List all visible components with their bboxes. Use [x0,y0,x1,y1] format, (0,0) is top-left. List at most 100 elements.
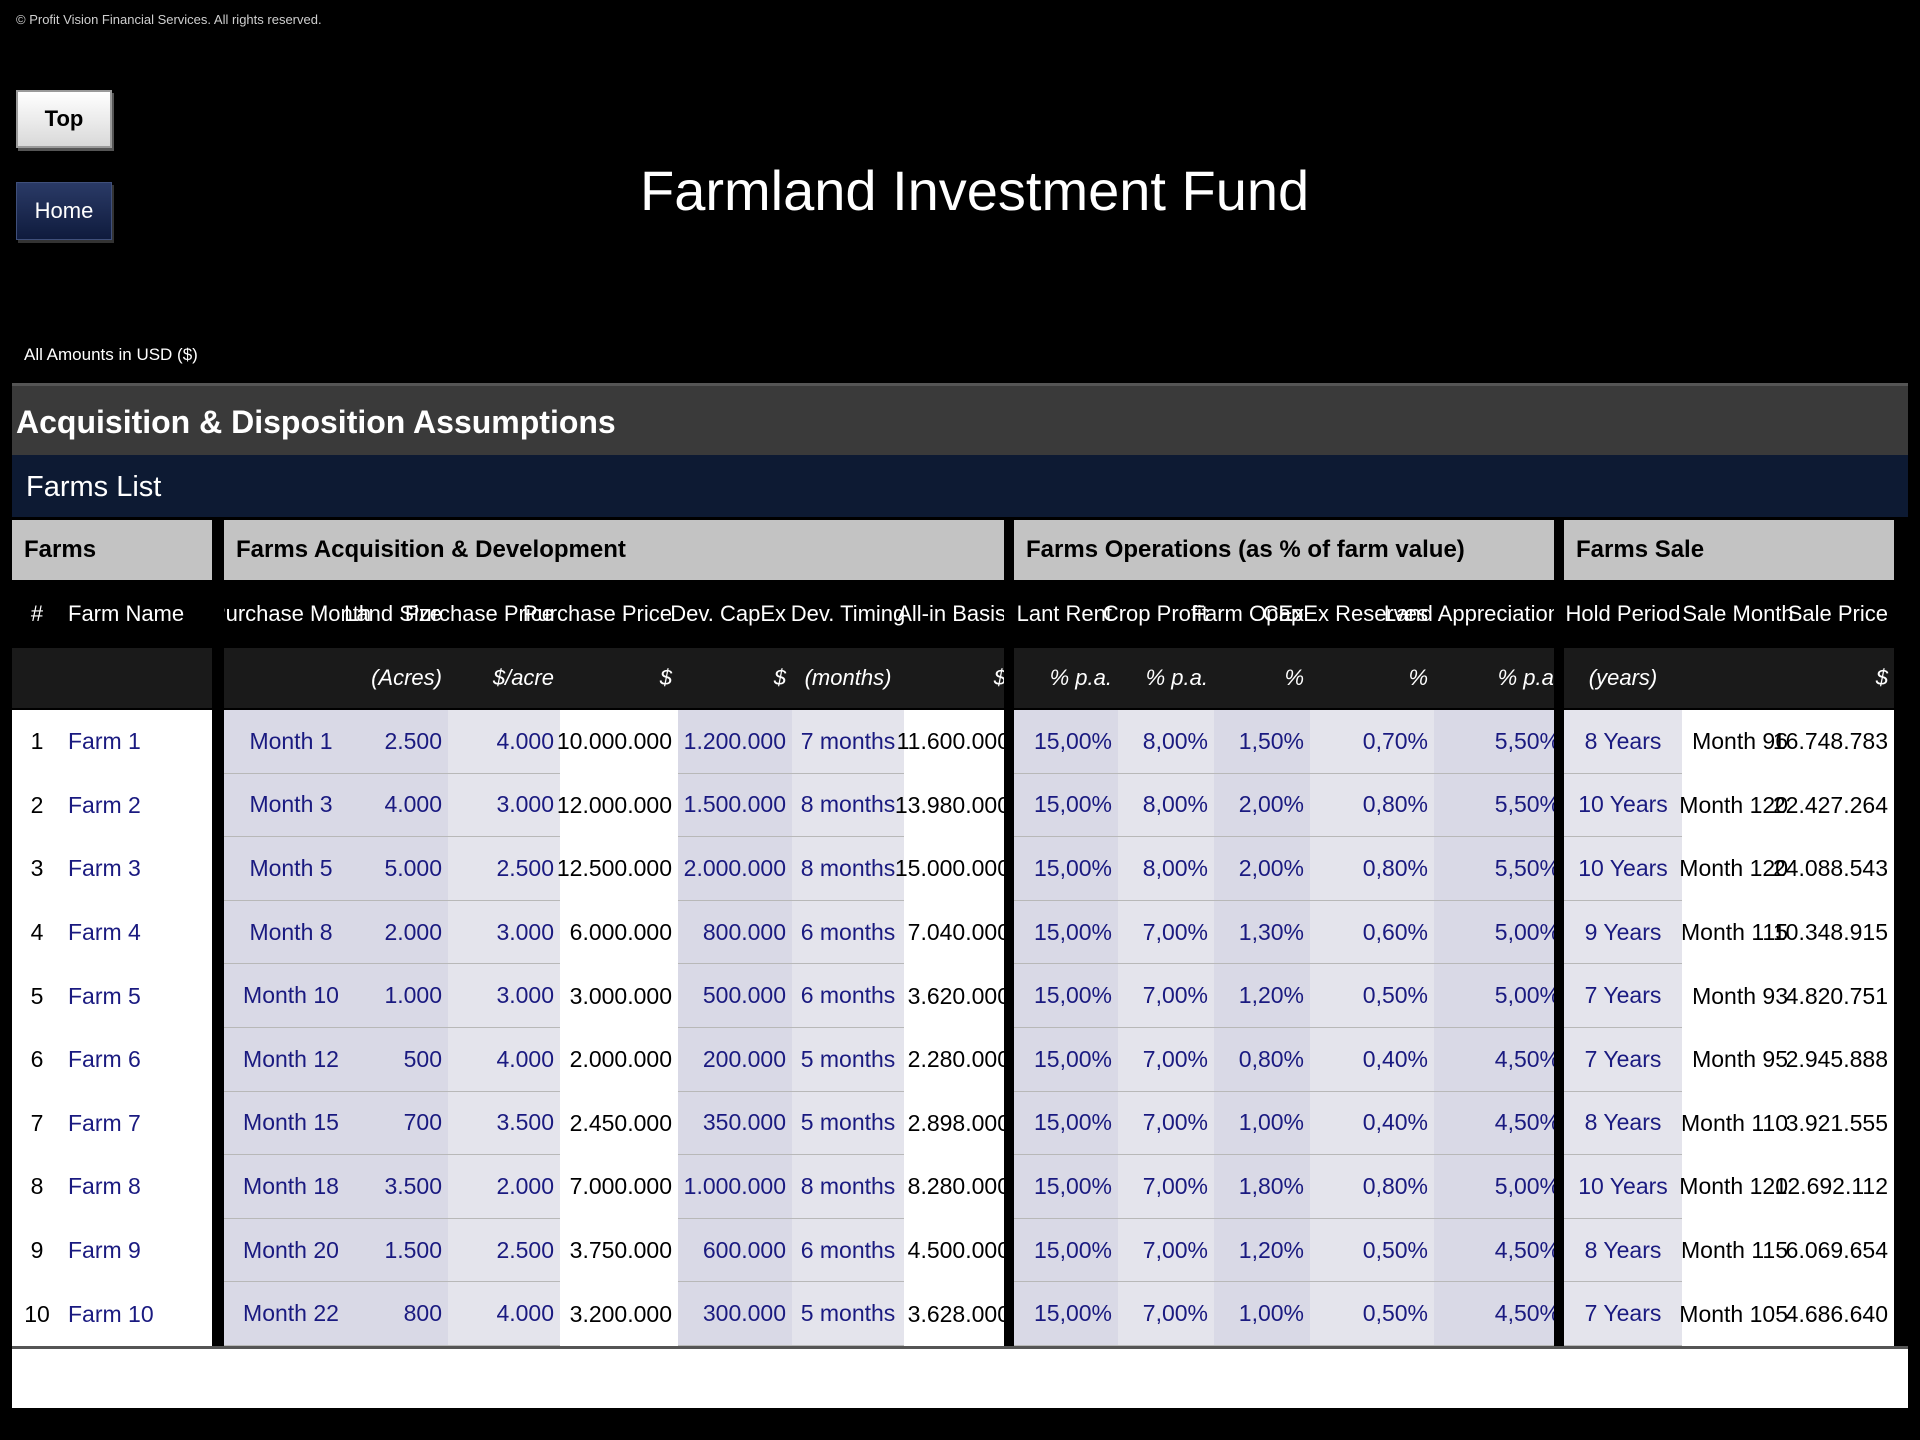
cell-dev-capex[interactable]: 2.000.000 [678,837,792,901]
cell-farm-opex[interactable]: 1,30% [1214,900,1310,965]
cell-farm-opex[interactable]: 1,80% [1214,1155,1310,1219]
cell-land-appreciation[interactable]: 5,00% [1434,964,1566,1028]
cell-dev-timing[interactable]: 6 months [792,900,904,965]
cell-lant-rent[interactable]: 15,00% [1014,710,1118,774]
cell-capex-reserves[interactable]: 0,80% [1310,773,1434,838]
cell-price-per-acre[interactable]: 4.000 [448,1028,560,1092]
cell-land-appreciation[interactable]: 5,50% [1434,773,1566,838]
cell-dev-timing[interactable]: 7 months [792,710,904,774]
cell-purchase-month[interactable]: Month 15 [224,1091,358,1156]
cell-hold-period[interactable]: 8 Years [1564,1218,1682,1283]
cell-price-per-acre[interactable]: 3.000 [448,773,560,838]
cell-price-per-acre[interactable]: 4.000 [448,1282,560,1346]
cell-purchase-month[interactable]: Month 22 [224,1282,358,1346]
cell-dev-capex[interactable]: 800.000 [678,900,792,965]
cell-dev-timing[interactable]: 8 months [792,837,904,901]
cell-capex-reserves[interactable]: 0,50% [1310,964,1434,1028]
cell-dev-capex[interactable]: 600.000 [678,1218,792,1283]
cell-crop-profit[interactable]: 8,00% [1118,710,1214,774]
cell-lant-rent[interactable]: 15,00% [1014,1155,1118,1219]
cell-farm-opex[interactable]: 2,00% [1214,837,1310,901]
cell-purchase-month[interactable]: Month 5 [224,837,358,901]
cell-farm-opex[interactable]: 0,80% [1214,1028,1310,1092]
cell-lant-rent[interactable]: 15,00% [1014,964,1118,1028]
cell-dev-timing[interactable]: 5 months [792,1091,904,1156]
cell-purchase-month[interactable]: Month 3 [224,773,358,838]
cell-hold-period[interactable]: 9 Years [1564,900,1682,965]
cell-land-size[interactable]: 1.000 [358,964,448,1028]
top-button[interactable]: Top [16,90,112,148]
cell-hold-period[interactable]: 7 Years [1564,964,1682,1028]
cell-hold-period[interactable]: 7 Years [1564,1282,1682,1346]
cell-lant-rent[interactable]: 15,00% [1014,1028,1118,1092]
cell-hold-period[interactable]: 8 Years [1564,710,1682,774]
cell-dev-capex[interactable]: 1.000.000 [678,1155,792,1219]
cell-hold-period[interactable]: 7 Years [1564,1028,1682,1092]
cell-hold-period[interactable]: 10 Years [1564,1155,1682,1219]
cell-capex-reserves[interactable]: 0,40% [1310,1091,1434,1156]
cell-crop-profit[interactable]: 7,00% [1118,1155,1214,1219]
cell-dev-timing[interactable]: 6 months [792,964,904,1028]
cell-crop-profit[interactable]: 7,00% [1118,1091,1214,1156]
cell-farm-opex[interactable]: 1,50% [1214,710,1310,774]
cell-land-size[interactable]: 800 [358,1282,448,1346]
cell-dev-timing[interactable]: 8 months [792,1155,904,1219]
cell-land-size[interactable]: 700 [358,1091,448,1156]
cell-price-per-acre[interactable]: 2.500 [448,837,560,901]
home-button[interactable]: Home [16,182,112,240]
cell-lant-rent[interactable]: 15,00% [1014,773,1118,838]
cell-dev-capex[interactable]: 1.500.000 [678,773,792,838]
cell-dev-timing[interactable]: 6 months [792,1218,904,1283]
cell-land-size[interactable]: 1.500 [358,1218,448,1283]
cell-land-size[interactable]: 500 [358,1028,448,1092]
cell-dev-timing[interactable]: 5 months [792,1028,904,1092]
cell-price-per-acre[interactable]: 3.000 [448,964,560,1028]
cell-land-size[interactable]: 4.000 [358,773,448,838]
cell-lant-rent[interactable]: 15,00% [1014,1282,1118,1346]
cell-land-appreciation[interactable]: 5,00% [1434,900,1566,965]
cell-capex-reserves[interactable]: 0,80% [1310,837,1434,901]
cell-hold-period[interactable]: 10 Years [1564,837,1682,901]
cell-purchase-month[interactable]: Month 10 [224,964,358,1028]
cell-land-appreciation[interactable]: 5,50% [1434,710,1566,774]
cell-crop-profit[interactable]: 7,00% [1118,1282,1214,1346]
cell-price-per-acre[interactable]: 2.500 [448,1218,560,1283]
cell-price-per-acre[interactable]: 3.000 [448,900,560,965]
cell-dev-capex[interactable]: 200.000 [678,1028,792,1092]
cell-purchase-month[interactable]: Month 12 [224,1028,358,1092]
cell-farm-opex[interactable]: 1,20% [1214,1218,1310,1283]
cell-lant-rent[interactable]: 15,00% [1014,1091,1118,1156]
cell-land-size[interactable]: 5.000 [358,837,448,901]
cell-purchase-month[interactable]: Month 20 [224,1218,358,1283]
cell-purchase-month[interactable]: Month 18 [224,1155,358,1219]
cell-farm-opex[interactable]: 1,00% [1214,1282,1310,1346]
cell-crop-profit[interactable]: 8,00% [1118,773,1214,838]
cell-land-appreciation[interactable]: 4,50% [1434,1218,1566,1283]
cell-capex-reserves[interactable]: 0,80% [1310,1155,1434,1219]
cell-hold-period[interactable]: 10 Years [1564,773,1682,838]
cell-lant-rent[interactable]: 15,00% [1014,1218,1118,1283]
cell-land-size[interactable]: 2.500 [358,710,448,774]
cell-land-appreciation[interactable]: 5,00% [1434,1155,1566,1219]
cell-land-appreciation[interactable]: 4,50% [1434,1028,1566,1092]
cell-crop-profit[interactable]: 7,00% [1118,900,1214,965]
cell-dev-timing[interactable]: 5 months [792,1282,904,1346]
cell-dev-timing[interactable]: 8 months [792,773,904,838]
cell-farm-opex[interactable]: 2,00% [1214,773,1310,838]
cell-dev-capex[interactable]: 350.000 [678,1091,792,1156]
cell-farm-opex[interactable]: 1,00% [1214,1091,1310,1156]
cell-land-appreciation[interactable]: 5,50% [1434,837,1566,901]
cell-capex-reserves[interactable]: 0,50% [1310,1282,1434,1346]
cell-crop-profit[interactable]: 7,00% [1118,1218,1214,1283]
cell-capex-reserves[interactable]: 0,40% [1310,1028,1434,1092]
cell-capex-reserves[interactable]: 0,50% [1310,1218,1434,1283]
cell-crop-profit[interactable]: 7,00% [1118,1028,1214,1092]
cell-purchase-month[interactable]: Month 8 [224,900,358,965]
cell-capex-reserves[interactable]: 0,70% [1310,710,1434,774]
cell-land-size[interactable]: 3.500 [358,1155,448,1219]
cell-capex-reserves[interactable]: 0,60% [1310,900,1434,965]
cell-price-per-acre[interactable]: 2.000 [448,1155,560,1219]
cell-dev-capex[interactable]: 1.200.000 [678,710,792,774]
cell-land-appreciation[interactable]: 4,50% [1434,1091,1566,1156]
cell-hold-period[interactable]: 8 Years [1564,1091,1682,1156]
